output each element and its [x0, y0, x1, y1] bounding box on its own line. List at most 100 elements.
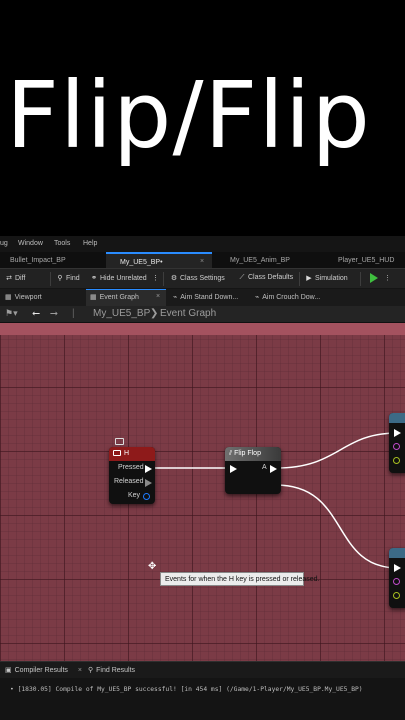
tab-close-icon[interactable]: × — [200, 258, 204, 265]
pin-input[interactable] — [393, 457, 400, 464]
tab-label: Player_UE5_HUD — [338, 257, 395, 264]
menu-window[interactable]: Window — [18, 240, 43, 247]
hide-unrelated-label: Hide Unrelated — [100, 275, 147, 282]
viewport-icon: ▦ — [5, 294, 12, 301]
menu-tools[interactable]: Tools — [54, 240, 70, 247]
tab-find-results[interactable]: ⚲ Find Results — [88, 666, 135, 674]
simulation-button[interactable]: ▶ Simulation — [305, 274, 348, 282]
h-key-event-node[interactable]: H Pressed Released Key — [109, 447, 155, 504]
search-icon: ⚲ — [88, 667, 94, 674]
more-options-icon[interactable]: ⋮ — [152, 274, 159, 282]
simulation-label: Simulation — [315, 275, 348, 282]
menu-debug[interactable]: ug — [0, 240, 8, 247]
pin-key-label: Key — [128, 492, 141, 499]
graph-tab-bar: ▦ Viewport ▦ Event Graph × ⌁ Aim Stand Down… — [0, 289, 405, 306]
diff-label: Diff — [15, 275, 26, 282]
node-title: Flip Flop — [234, 450, 261, 457]
graph-icon: ▦ — [90, 294, 97, 301]
play-icon[interactable] — [370, 273, 378, 283]
comment-bubble-icon[interactable] — [115, 438, 124, 445]
bottom-panel: ▣ Compiler Results × ⚲ Find Results • [183… — [0, 661, 405, 720]
tab-label: My_UE5_BP• — [120, 259, 163, 266]
keyboard-icon — [113, 450, 121, 457]
gear-icon: ⚙ — [170, 275, 178, 282]
pin-input[interactable] — [393, 592, 400, 599]
function-icon: ⌁ — [173, 294, 178, 301]
blueprint-editor: ug Window Tools Help Bullet_Impact_BP My… — [0, 236, 405, 720]
hide-unrelated-button[interactable]: ⚭ Hide Unrelated — [90, 274, 147, 282]
pin-a-label: A — [262, 464, 267, 471]
tab-compiler-results[interactable]: ▣ Compiler Results × — [5, 666, 82, 674]
forward-icon[interactable]: ⭢ — [50, 308, 58, 319]
find-button[interactable]: ⚲ Find — [56, 274, 80, 282]
breadcrumb-graph[interactable]: Event Graph — [160, 308, 216, 319]
function-icon: ⌁ — [255, 294, 260, 301]
cursor-icon: ✥ — [148, 561, 157, 572]
pin-input[interactable] — [393, 443, 400, 450]
simulation-icon: ▶ — [306, 275, 312, 282]
pin-exec-in[interactable] — [230, 465, 237, 473]
toolbar-divider — [50, 272, 51, 286]
pin-input[interactable] — [393, 578, 400, 585]
graph-canvas[interactable]: H Pressed Released Key ⫽ Flip Flop A Eve… — [0, 323, 405, 661]
pin-key[interactable] — [143, 493, 150, 500]
breadcrumb-separator: ❯ — [150, 308, 159, 319]
back-icon[interactable]: ⭠ — [32, 308, 40, 319]
tab-viewport[interactable]: ▦ Viewport — [5, 293, 42, 301]
diff-button[interactable]: ⇄ Diff — [5, 274, 25, 282]
diff-icon: ⇄ — [6, 275, 12, 282]
offscreen-node[interactable] — [389, 413, 405, 473]
node-header: H — [109, 447, 155, 461]
pin-exec-in[interactable] — [394, 564, 401, 572]
exec-wire — [275, 432, 399, 469]
node-title: H — [124, 450, 130, 457]
node-header: ⫽ Flip Flop — [225, 447, 281, 461]
class-defaults-icon: ⟋ — [239, 274, 245, 281]
bottom-tab-bar: ▣ Compiler Results × ⚲ Find Results — [0, 662, 405, 678]
wire-layer — [152, 432, 399, 569]
compile-log-line: • [1830.05] Compile of My_UE5_BP success… — [10, 686, 363, 693]
flip-flop-node[interactable]: ⫽ Flip Flop A — [225, 447, 281, 494]
tab-label: Aim Stand Down... — [180, 294, 239, 301]
tab-label: Event Graph — [99, 294, 139, 301]
class-defaults-button[interactable]: ⟋ Class Defaults — [238, 274, 294, 282]
tab-label: Compiler Results — [14, 667, 68, 674]
menu-bar: ug Window Tools Help — [0, 236, 405, 252]
pin-a[interactable] — [270, 465, 277, 473]
hide-unrelated-icon: ⚭ — [91, 275, 97, 282]
exec-wire — [275, 484, 399, 569]
find-label: Find — [66, 275, 80, 282]
tab-label: My_UE5_Anim_BP — [230, 257, 290, 264]
menu-help[interactable]: Help — [83, 240, 97, 247]
tab-aim-stand-down[interactable]: ⌁ Aim Stand Down... — [173, 293, 238, 301]
pin-released[interactable] — [145, 479, 152, 487]
class-defaults-label: Class Defaults — [248, 274, 294, 281]
offscreen-node[interactable] — [389, 548, 405, 608]
search-icon: ⚲ — [57, 275, 63, 282]
tab-label: Find Results — [96, 667, 136, 674]
node-header — [389, 548, 405, 558]
tab-label: Aim Crouch Dow... — [262, 294, 321, 301]
play-options-icon[interactable]: ⋮ — [384, 274, 391, 282]
class-settings-label: Class Settings — [180, 275, 225, 282]
tab-event-graph[interactable]: ▦ Event Graph × — [90, 293, 160, 301]
class-settings-button[interactable]: ⚙ Class Settings — [170, 274, 225, 282]
breadcrumb-blueprint[interactable]: My_UE5_BP — [93, 308, 150, 319]
tab-close-icon[interactable]: × — [156, 293, 160, 300]
flipflop-icon: ⫽ — [229, 450, 233, 457]
caption-text: Flip/Flip — [6, 62, 371, 169]
toolbar-divider — [163, 272, 164, 286]
pin-released-label: Released — [114, 478, 144, 485]
graph-menu-icon[interactable]: ⚑▾ — [5, 308, 18, 319]
tab-aim-crouch-down[interactable]: ⌁ Aim Crouch Dow... — [255, 293, 320, 301]
tab-label: Bullet_Impact_BP — [10, 257, 66, 264]
pin-pressed-label: Pressed — [118, 464, 144, 471]
pin-pressed[interactable] — [145, 465, 152, 473]
node-header — [389, 413, 405, 423]
tab-close-icon[interactable]: × — [78, 667, 82, 674]
breadcrumb: ⚑▾ ⭠ ⭢ | My_UE5_BP ❯ Event Graph — [0, 306, 405, 323]
pin-exec-in[interactable] — [394, 429, 401, 437]
toolbar: ⇄ Diff ⚲ Find ⚭ Hide Unrelated ⋮ ⚙ Class Set… — [0, 268, 405, 288]
toolbar-divider — [360, 272, 361, 286]
compiler-results-icon: ▣ — [5, 667, 12, 674]
